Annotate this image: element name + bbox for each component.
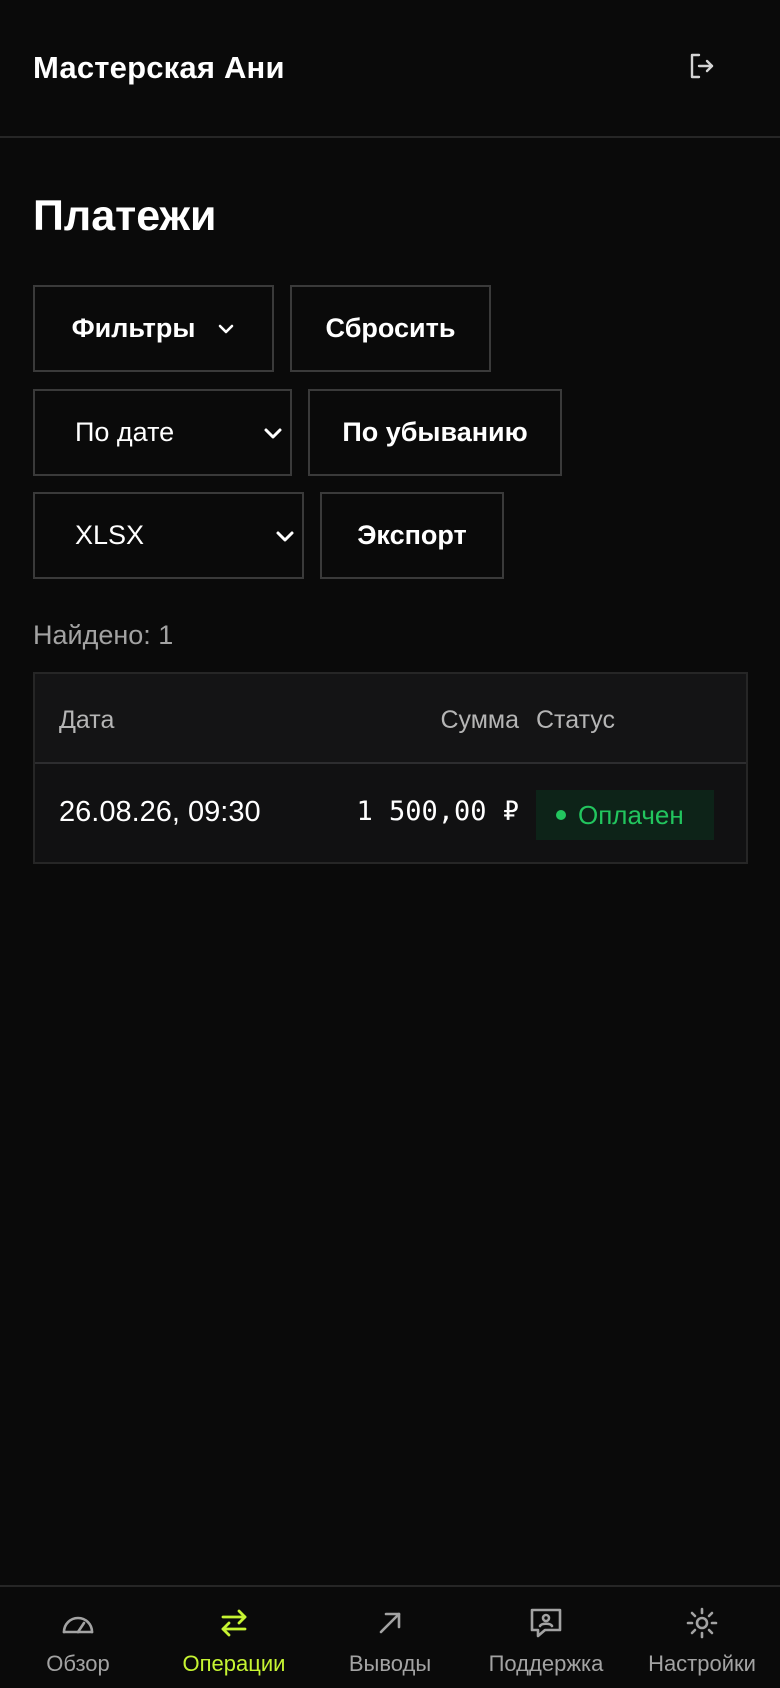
sort-by-value: По дате	[75, 417, 175, 447]
payments-table: Дата Сумма Статус 26.08.26, 09:30 1 500,…	[33, 672, 748, 864]
table-header: Дата Сумма Статус	[35, 674, 746, 764]
page-title: Платежи	[33, 192, 217, 240]
status-badge: Оплачен	[536, 790, 714, 840]
filters-button[interactable]: Фильтры	[33, 285, 274, 372]
logout-icon	[688, 52, 716, 85]
shop-name: Мастерская Ани	[33, 50, 285, 85]
sort-order-button[interactable]: По убыванию	[308, 389, 562, 476]
table-row[interactable]: 26.08.26, 09:30 1 500,00 ₽ Оплачен	[35, 766, 746, 862]
chevron-down-icon	[274, 529, 296, 543]
reset-label: Сбросить	[325, 313, 456, 343]
payment-amount: 1 500,00 ₽	[356, 796, 519, 827]
nav-label-operations: Операции	[182, 1651, 286, 1676]
gauge-icon	[61, 1605, 95, 1641]
app-root: Мастерская Ани Платежи Фильтры Сбросить …	[0, 0, 780, 1688]
nav-label-withdrawals: Выводы	[348, 1651, 432, 1676]
top-header: Мастерская Ани	[0, 0, 780, 138]
chevron-down-icon	[217, 323, 235, 335]
export-label: Экспорт	[357, 520, 467, 550]
results-count: Найдено: 1	[33, 620, 174, 650]
support-chat-icon	[529, 1605, 563, 1641]
nav-label-overview: Обзор	[46, 1651, 110, 1676]
column-header-date[interactable]: Дата	[59, 706, 114, 735]
sort-order-label: По убыванию	[342, 417, 528, 447]
status-text: Оплачен	[578, 799, 684, 830]
nav-item-withdrawals[interactable]: Выводы	[312, 1587, 468, 1688]
nav-label-settings: Настройки	[648, 1651, 756, 1676]
logout-button[interactable]	[682, 48, 722, 88]
payment-date: 26.08.26, 09:30	[59, 796, 261, 828]
column-header-status[interactable]: Статус	[536, 706, 615, 735]
nav-item-overview[interactable]: Обзор	[0, 1587, 156, 1688]
export-button[interactable]: Экспорт	[320, 492, 504, 579]
arrows-swap-icon	[218, 1605, 250, 1641]
chevron-down-icon	[262, 426, 284, 440]
status-dot-icon	[556, 810, 566, 820]
export-format-value: XLSX	[75, 520, 145, 550]
bottom-navigation: Обзор Операции Выводы Поддержка Настройк…	[0, 1585, 780, 1688]
nav-item-support[interactable]: Поддержка	[468, 1587, 624, 1688]
sort-by-select[interactable]: По дате	[33, 389, 292, 476]
nav-item-operations[interactable]: Операции	[156, 1587, 312, 1688]
gear-icon	[686, 1605, 718, 1641]
arrow-up-right-icon	[376, 1605, 404, 1641]
nav-label-support: Поддержка	[488, 1651, 604, 1676]
nav-item-settings[interactable]: Настройки	[624, 1587, 780, 1688]
export-format-select[interactable]: XLSX	[33, 492, 304, 579]
filters-label: Фильтры	[71, 313, 196, 343]
column-header-amount[interactable]: Сумма	[399, 706, 519, 735]
reset-button[interactable]: Сбросить	[290, 285, 491, 372]
